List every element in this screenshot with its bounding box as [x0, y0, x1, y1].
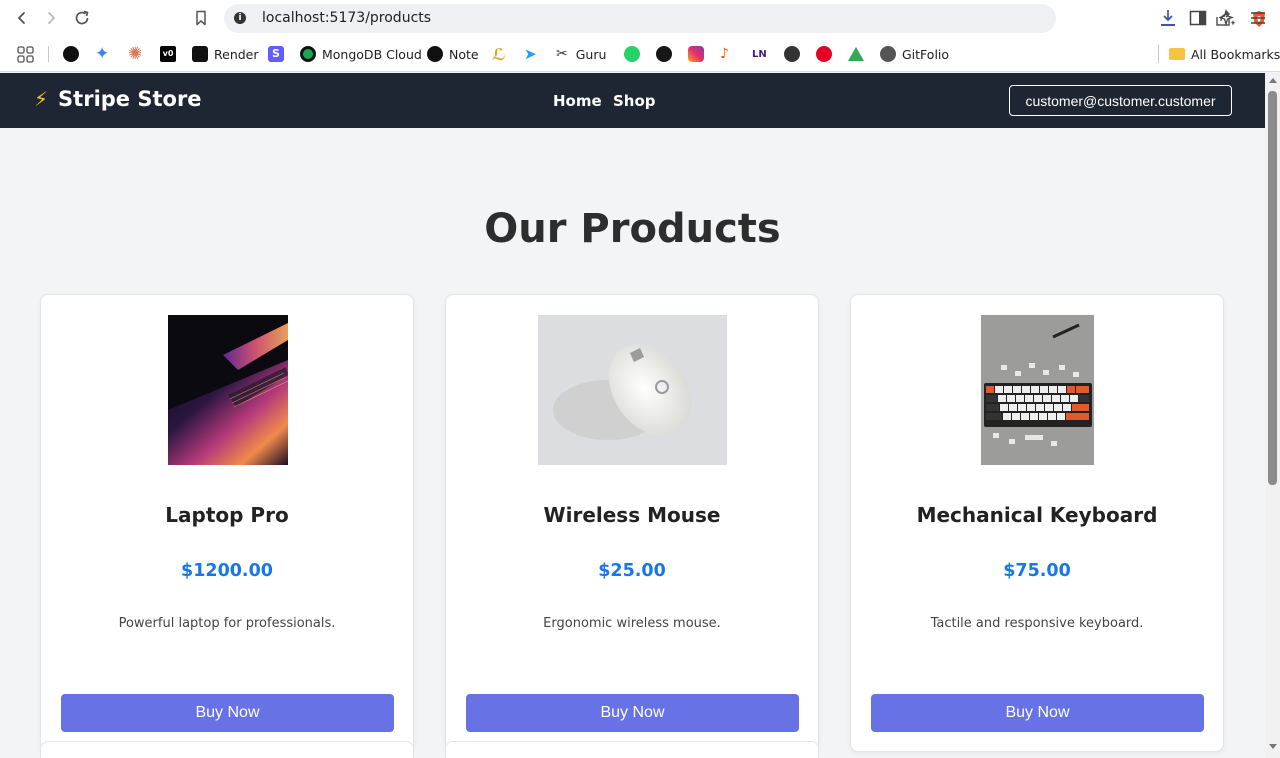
product-description: Ergonomic wireless mouse. — [543, 616, 721, 631]
lightning-icon: ⚡ — [34, 87, 49, 111]
bookmark-music[interactable]: ♪ — [720, 45, 729, 63]
buy-now-button[interactable]: Buy Now — [466, 694, 799, 732]
product-name: Mechanical Keyboard — [916, 503, 1158, 527]
bookmark-circle[interactable] — [784, 45, 806, 63]
buy-now-button[interactable]: Buy Now — [61, 694, 394, 732]
bookmark-mongodb[interactable]: MongoDB Cloud — [300, 45, 422, 63]
product-card: Laptop Pro $1200.00 Powerful laptop for … — [40, 294, 414, 752]
bookmark-github[interactable] — [656, 45, 678, 63]
product-description: Tactile and responsive keyboard. — [930, 616, 1144, 631]
reload-icon[interactable] — [71, 7, 93, 29]
bookmark-bird[interactable]: ➤ — [524, 45, 537, 63]
bookmarks-bar: ✦ ✺ v0 Render S MongoDB Cloud Note ℒ ➤ ✂… — [0, 36, 1280, 72]
page-title: Our Products — [484, 206, 781, 252]
scroll-thumb[interactable] — [1268, 91, 1277, 485]
ln-icon: LN — [752, 48, 767, 60]
brand-name: Stripe Store — [58, 87, 202, 111]
guru-icon: ✂ — [556, 46, 568, 62]
apps-grid-icon[interactable] — [17, 45, 34, 63]
scroll-down-icon[interactable] — [1269, 744, 1277, 749]
sidebar-icon[interactable] — [1188, 8, 1208, 28]
product-card: Mechanical Keyboard $75.00 Tactile and r… — [850, 294, 1224, 752]
mongodb-icon — [300, 46, 316, 62]
user-account-button[interactable]: customer@customer.customer — [1009, 85, 1232, 116]
bookmark-guru[interactable]: ✂ Guru — [556, 45, 606, 63]
bookmark-label: Note — [449, 46, 479, 62]
claude-icon: ✺ — [128, 44, 143, 64]
bookmark-note[interactable]: Note — [427, 45, 479, 63]
bookmark-label: Guru — [575, 46, 607, 62]
bookmark-arc[interactable]: ℒ — [492, 44, 506, 64]
product-name: Wireless Mouse — [543, 503, 721, 527]
bookmark-openai[interactable] — [63, 45, 85, 63]
all-bookmarks-label: All Bookmarks — [1191, 46, 1280, 62]
pinterest-icon — [816, 46, 832, 62]
circle-icon — [784, 46, 800, 62]
scroll-up-icon[interactable] — [1269, 78, 1277, 83]
bookmark-ln[interactable]: LN — [752, 45, 767, 63]
bookmark-v0[interactable]: v0 — [160, 45, 176, 63]
site-info-icon[interactable]: i — [234, 12, 246, 24]
bookmark-drive[interactable] — [848, 45, 864, 63]
bookmark-gitfolio[interactable]: GitFolio — [880, 45, 949, 63]
globe-icon — [880, 46, 896, 62]
folder-icon — [1169, 48, 1185, 60]
openai-icon — [63, 46, 79, 62]
product-card: Wireless Mouse $25.00 Ergonomic wireless… — [445, 294, 819, 752]
bookmark-label: Render — [214, 46, 259, 62]
bookmark-icon[interactable] — [190, 7, 212, 29]
bookmark-label: MongoDB Cloud — [322, 46, 422, 62]
render-icon — [192, 46, 208, 62]
buy-now-button[interactable]: Buy Now — [871, 694, 1204, 732]
product-price: $75.00 — [1003, 561, 1071, 581]
bookmark-label: GitFolio — [902, 46, 950, 62]
github-icon — [656, 46, 672, 62]
product-name: Laptop Pro — [165, 503, 289, 527]
bookmark-pinterest[interactable] — [816, 45, 838, 63]
product-card-partial — [445, 741, 819, 758]
back-icon[interactable] — [11, 7, 33, 29]
url-text[interactable]: localhost:5173/products — [262, 10, 431, 26]
download-icon[interactable] — [1158, 8, 1178, 28]
menu-icon[interactable] — [1248, 8, 1268, 28]
leo-ai-icon[interactable] — [1218, 8, 1238, 28]
bookmark-claude[interactable]: ✺ — [128, 44, 143, 64]
nav-shop[interactable]: Shop — [613, 92, 656, 110]
forward-icon[interactable] — [40, 7, 62, 29]
laptop-image — [168, 315, 288, 465]
bookmark-gemini[interactable]: ✦ — [95, 44, 110, 64]
bookmark-instagram[interactable] — [688, 45, 704, 63]
bookmark-render[interactable]: Render — [192, 45, 259, 63]
gemini-icon: ✦ — [95, 44, 110, 64]
bookmarks-divider — [48, 46, 49, 62]
mouse-image — [538, 315, 727, 465]
whatsapp-icon — [624, 46, 640, 62]
brand-logo[interactable]: ⚡ Stripe Store — [34, 87, 202, 111]
keyboard-image — [981, 315, 1094, 465]
note-icon — [427, 46, 443, 62]
bird-icon: ➤ — [524, 45, 537, 63]
app-header: ⚡ Stripe Store Home Shop customer@custom… — [0, 73, 1265, 128]
music-icon: ♪ — [720, 46, 729, 62]
instagram-icon — [688, 46, 704, 62]
product-card-partial — [40, 741, 414, 758]
page-scrollbar[interactable] — [1265, 73, 1280, 758]
all-bookmarks[interactable]: All Bookmarks — [1158, 45, 1280, 63]
browser-toolbar: i localhost:5173/products — [0, 0, 1280, 36]
bookmark-whatsapp[interactable] — [624, 45, 646, 63]
address-bar[interactable]: i localhost:5173/products — [224, 4, 1265, 33]
product-description: Powerful laptop for professionals. — [118, 616, 336, 631]
product-price: $25.00 — [598, 561, 666, 581]
v0-icon: v0 — [160, 46, 176, 62]
drive-icon — [848, 47, 864, 61]
bookmark-stripe[interactable]: S — [268, 45, 284, 63]
stripe-icon: S — [268, 46, 284, 62]
arc-icon: ℒ — [492, 44, 506, 64]
nav-home[interactable]: Home — [553, 92, 602, 110]
product-price: $1200.00 — [181, 561, 273, 581]
